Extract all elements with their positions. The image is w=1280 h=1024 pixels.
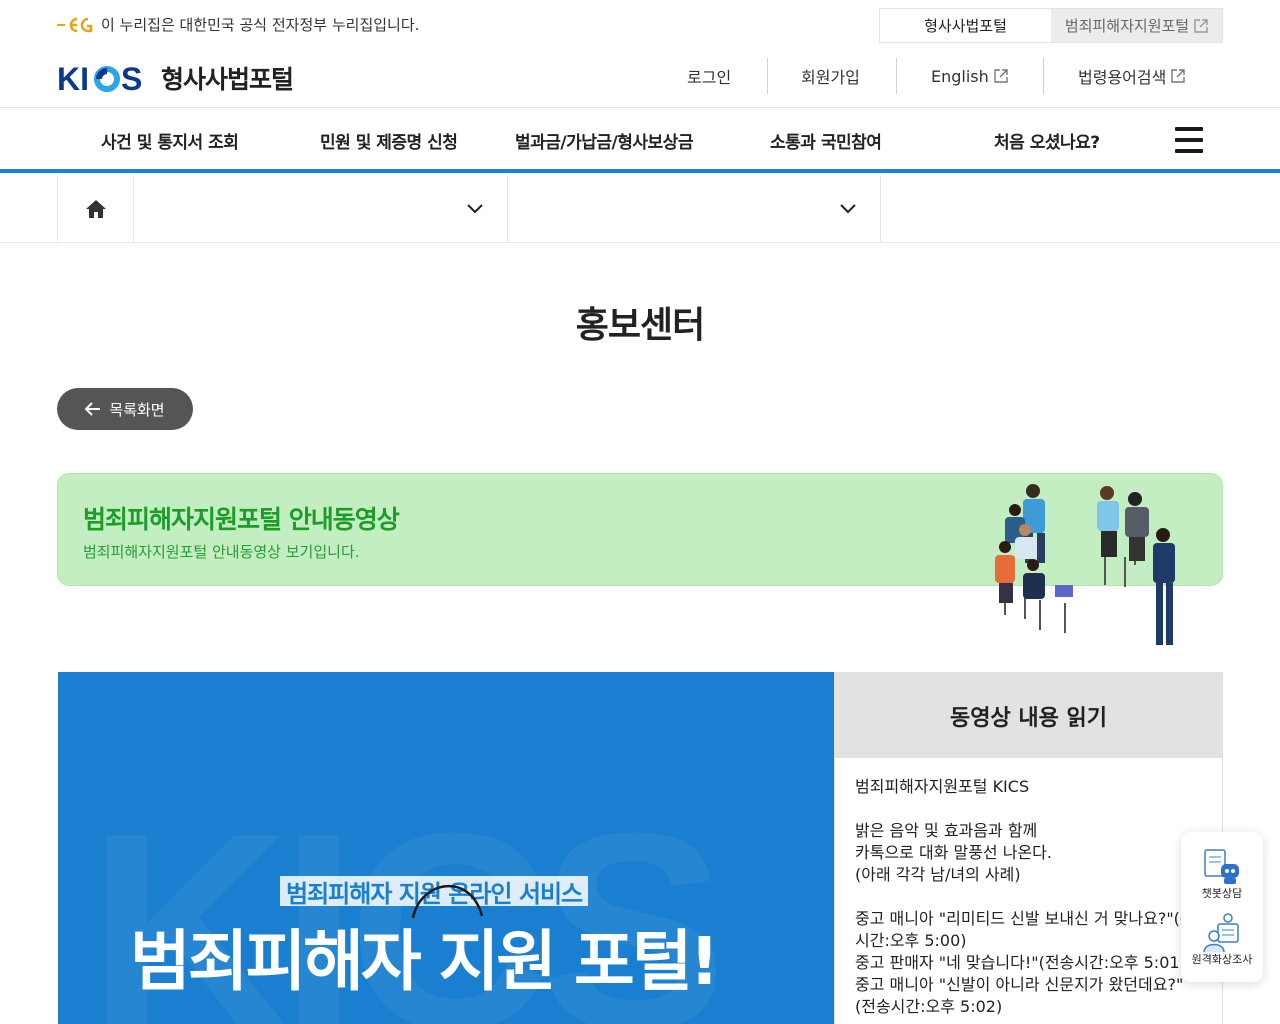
transcript-paragraph: 중고 매니아 "리미티드 신발 보내신 거 맞나요?"(송시간:오후 5:00)…: [855, 909, 1195, 1016]
gnb-fines[interactable]: 벌과금/가납금/형사보상금: [515, 128, 693, 153]
page-title: 홍보센터: [575, 305, 705, 346]
gnb-participation[interactable]: 소통과 국민참여: [770, 128, 882, 153]
location-bar: [0, 175, 1280, 243]
portal-tabs: 형사사법포털 범죄피해자지원포털: [879, 8, 1223, 43]
back-label: 목록화면: [109, 400, 165, 419]
tab-victim-portal[interactable]: 범죄피해자지원포털: [1051, 9, 1222, 42]
gnb-case-inquiry[interactable]: 사건 및 통지서 조회: [101, 128, 239, 153]
tab-victim-portal-label: 범죄피해자지원포털: [1064, 17, 1190, 35]
remote-video-label: 원격화상조사: [1191, 953, 1253, 966]
floating-quick-menu: 챗봇상담 원격화상조사: [1181, 832, 1263, 982]
video-player[interactable]: KICS 범죄피해자 지원 온라인 서비스 범죄피해자 지원 포털!: [58, 672, 834, 1024]
arrow-left-icon: [85, 402, 101, 416]
chevron-down-icon: [467, 203, 483, 213]
external-link-icon: [1171, 69, 1186, 83]
chatbot-icon: [1204, 849, 1239, 884]
site-header: KI S 형사사법포털 로그인 회원가입 English 법령용어검색: [0, 50, 1280, 106]
gov-banner: 이 누리집은 대한민국 공식 전자정부 누리집입니다. 형사사법포털 범죄피해자…: [0, 0, 1280, 50]
video-transcript: 동영상 내용 읽기 범죄피해자지원포털 KICS 밝은 음악 및 효과음과 함께…: [834, 672, 1223, 1024]
video-headline: 범죄피해자 지원 포털!: [130, 923, 720, 1000]
util-divider: [1043, 58, 1044, 94]
chatbot-button[interactable]: 챗봇상담: [1181, 848, 1263, 901]
signup-link[interactable]: 회원가입: [801, 58, 860, 94]
english-label: English: [931, 66, 989, 86]
gov-notice: 이 누리집은 대한민국 공식 전자정부 누리집입니다.: [57, 14, 419, 35]
menu-icon[interactable]: [1175, 127, 1203, 153]
english-link[interactable]: English: [931, 58, 1008, 94]
svg-text:S: S: [121, 62, 142, 94]
home-button[interactable]: [57, 175, 133, 242]
video-title: 범죄피해자지원포털 안내동영상: [83, 505, 400, 534]
nuri-emblem-icon: [57, 17, 93, 32]
video-description: 범죄피해자지원포털 안내동영상 보기입니다.: [83, 543, 360, 561]
tab-kics-portal-label: 형사사법포털: [924, 17, 1007, 35]
util-divider: [896, 58, 897, 94]
breadcrumb-dropdown-1[interactable]: [133, 175, 507, 242]
gov-notice-text: 이 누리집은 대한민국 공식 전자정부 누리집입니다.: [101, 16, 420, 34]
breadcrumb-divider: [880, 175, 881, 242]
external-link-icon: [994, 69, 1008, 83]
breadcrumb-dropdown-2[interactable]: [507, 175, 880, 242]
kics-logo-icon: KI S: [57, 62, 142, 94]
site-logo[interactable]: KI S 형사사법포털: [57, 60, 294, 96]
glossary-label: 법령용어검색: [1078, 68, 1167, 87]
glossary-link[interactable]: 법령용어검색: [1078, 58, 1186, 94]
global-nav: 사건 및 통지서 조회 민원 및 제증명 신청 벌과금/가납금/형사보상금 소통…: [0, 107, 1280, 173]
login-link[interactable]: 로그인: [687, 58, 731, 94]
tab-kics-portal[interactable]: 형사사법포털: [880, 9, 1051, 42]
site-title: 형사사법포털: [161, 65, 294, 94]
remote-video-button[interactable]: 원격화상조사: [1181, 912, 1263, 967]
meeting-illustration: [995, 484, 1175, 645]
signup-label: 회원가입: [801, 68, 860, 87]
home-icon: [85, 199, 106, 218]
transcript-body: 범죄피해자지원포털 KICS 밝은 음악 및 효과음과 함께 카톡으로 대화 말…: [835, 758, 1222, 1018]
svg-text:KI: KI: [57, 62, 89, 94]
util-divider: [767, 58, 768, 94]
external-link-icon: [1194, 18, 1208, 33]
gnb-first-visit[interactable]: 처음 오셨나요?: [994, 128, 1100, 153]
back-to-list-button[interactable]: 목록화면: [57, 388, 193, 430]
transcript-paragraph: 밝은 음악 및 효과음과 함께 카톡으로 대화 말풍선 나온다. (아래 각각 …: [855, 821, 1052, 884]
chatbot-label: 챗봇상담: [1201, 887, 1243, 900]
gnb-civil-petition[interactable]: 민원 및 제증명 신청: [320, 128, 458, 153]
chevron-down-icon: [840, 203, 856, 213]
transcript-paragraph: 범죄피해자지원포털 KICS: [855, 777, 1030, 796]
remote-video-icon: [1203, 913, 1239, 953]
transcript-heading: 동영상 내용 읽기: [835, 673, 1222, 758]
login-label: 로그인: [687, 68, 732, 87]
